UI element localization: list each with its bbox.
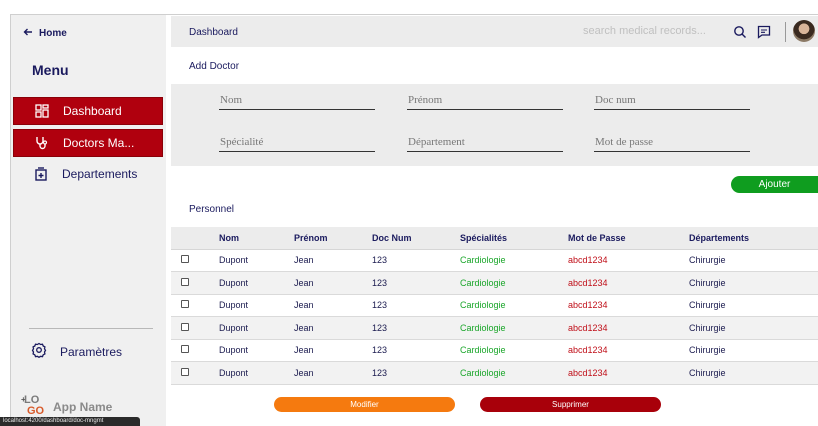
cell-departement: Chirurgie	[689, 294, 818, 317]
cell-departement: Chirurgie	[689, 316, 818, 340]
cell-departement: Chirurgie	[689, 339, 818, 362]
cell-doc-num: 123	[372, 294, 460, 317]
cell-departement: Chirurgie	[689, 361, 818, 385]
cell-password: abcd1234	[568, 271, 689, 295]
cell-doc-num: 123	[372, 316, 460, 340]
cell-password: abcd1234	[568, 361, 689, 385]
cell-specialite: Cardiologie	[460, 316, 568, 340]
table-row[interactable]: Dupont Jean 123 Cardiologie abcd1234 Chi…	[171, 294, 818, 317]
sidebar-item-parametres[interactable]: Paramètres	[31, 342, 122, 361]
cell-nom: Dupont	[219, 271, 294, 295]
cell-doc-num: 123	[372, 361, 460, 385]
cell-nom: Dupont	[219, 294, 294, 317]
add-doctor-button[interactable]: Ajouter	[731, 176, 818, 193]
prenom-field[interactable]	[407, 90, 563, 110]
column-header[interactable]: Départements	[689, 227, 818, 250]
search-input[interactable]	[583, 25, 723, 37]
doc-num-field[interactable]	[594, 90, 750, 110]
table-row[interactable]: Dupont Jean 123 Cardiologie abcd1234 Chi…	[171, 361, 818, 385]
column-header[interactable]: Prénom	[294, 227, 372, 250]
cell-password: abcd1234	[568, 249, 689, 272]
settings-label: Paramètres	[60, 344, 123, 359]
table-row[interactable]: Dupont Jean 123 Cardiologie abcd1234 Chi…	[171, 339, 818, 362]
row-checkbox[interactable]	[181, 345, 189, 354]
cell-departement: Chirurgie	[689, 249, 818, 272]
row-checkbox[interactable]	[181, 255, 189, 264]
topbar-separator	[785, 22, 786, 42]
cell-prenom: Jean	[294, 316, 372, 340]
arrow-left-icon	[23, 27, 33, 40]
cell-password: abcd1234	[568, 339, 689, 362]
cell-nom: Dupont	[219, 339, 294, 362]
cell-password: abcd1234	[568, 294, 689, 317]
cell-nom: Dupont	[219, 361, 294, 385]
cell-prenom: Jean	[294, 271, 372, 295]
stethoscope-icon	[34, 135, 50, 151]
cell-doc-num: 123	[372, 271, 460, 295]
departement-field[interactable]	[407, 132, 563, 152]
sidebar-item-label: Departements	[62, 167, 138, 181]
row-checkbox[interactable]	[181, 277, 189, 286]
row-checkbox[interactable]	[181, 300, 189, 309]
cell-prenom: Jean	[294, 361, 372, 385]
gear-icon	[31, 342, 47, 361]
cell-prenom: Jean	[294, 249, 372, 272]
table-row[interactable]: Dupont Jean 123 Cardiologie abcd1234 Chi…	[171, 271, 818, 295]
specialite-field[interactable]	[219, 132, 375, 152]
sidebar-item-doctors[interactable]: Doctors Ma...	[13, 129, 163, 157]
cell-password: abcd1234	[568, 316, 689, 340]
sidebar-item-dashboard[interactable]: Dashboard	[13, 97, 163, 125]
sidebar-item-label: Dashboard	[63, 104, 122, 118]
row-checkbox[interactable]	[181, 322, 189, 331]
sidebar-divider	[29, 328, 153, 329]
cell-nom: Dupont	[219, 249, 294, 272]
cell-specialite: Cardiologie	[460, 361, 568, 385]
search-icon[interactable]	[732, 24, 748, 40]
hospital-icon	[33, 166, 49, 182]
column-header-select	[171, 227, 219, 250]
cell-specialite: Cardiologie	[460, 249, 568, 272]
column-header[interactable]: Nom	[219, 227, 294, 250]
personnel-title: Personnel	[189, 204, 235, 215]
avatar[interactable]	[793, 20, 815, 42]
personnel-table: Nom Prénom Doc Num Spécialités Mot de Pa…	[171, 227, 818, 385]
cell-specialite: Cardiologie	[460, 294, 568, 317]
column-header[interactable]: Doc Num	[372, 227, 460, 250]
home-link[interactable]: Home	[23, 27, 67, 40]
table-header-row: Nom Prénom Doc Num Spécialités Mot de Pa…	[171, 227, 818, 250]
cell-prenom: Jean	[294, 339, 372, 362]
breadcrumb: Dashboard	[189, 27, 238, 38]
cell-departement: Chirurgie	[689, 271, 818, 295]
sidebar-item-label: Doctors Ma...	[63, 136, 135, 150]
table-row[interactable]: Dupont Jean 123 Cardiologie abcd1234 Chi…	[171, 249, 818, 272]
nom-field[interactable]	[219, 90, 375, 110]
delete-button[interactable]: Supprimer	[480, 397, 661, 412]
sidebar: Home Menu Dashboard Doctors Ma... Depart…	[11, 15, 166, 426]
dashboard-grid-icon	[34, 103, 50, 119]
row-checkbox[interactable]	[181, 367, 189, 376]
cell-nom: Dupont	[219, 316, 294, 340]
browser-status-url: localhost:4200/dashboard/doc-mngmt	[0, 417, 140, 426]
sidebar-item-departements[interactable]: Departements	[13, 160, 163, 188]
cell-prenom: Jean	[294, 294, 372, 317]
home-label: Home	[39, 28, 67, 39]
password-field[interactable]	[594, 132, 750, 152]
cell-doc-num: 123	[372, 249, 460, 272]
cell-specialite: Cardiologie	[460, 271, 568, 295]
add-doctor-title: Add Doctor	[189, 61, 240, 72]
app-name: App Name	[53, 400, 113, 414]
column-header[interactable]: Spécialités	[460, 227, 568, 250]
add-doctor-form	[171, 84, 818, 166]
cell-doc-num: 123	[372, 339, 460, 362]
column-header[interactable]: Mot de Passe	[568, 227, 689, 250]
cell-specialite: Cardiologie	[460, 339, 568, 362]
table-row[interactable]: Dupont Jean 123 Cardiologie abcd1234 Chi…	[171, 316, 818, 340]
menu-title: Menu	[32, 62, 69, 78]
topbar: Dashboard	[171, 16, 818, 47]
modify-button[interactable]: Modifier	[274, 397, 455, 412]
chat-icon[interactable]	[756, 24, 772, 40]
